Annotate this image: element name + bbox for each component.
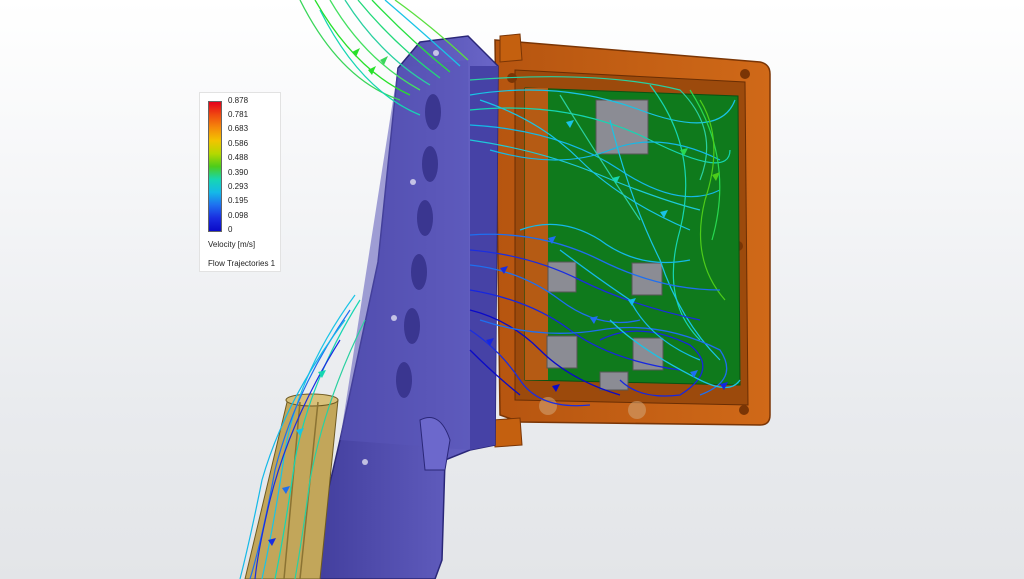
3d-viewport[interactable]: 0.878 0.781 0.683 0.586 0.488 0.390 0.29… (0, 0, 1024, 579)
legend-tick-label: 0.488 (228, 153, 249, 162)
legend-color-bar (208, 101, 222, 232)
legend-tick-label: 0.878 (228, 96, 249, 105)
legend-title: Velocity [m/s] (208, 240, 256, 249)
purple-lid-heatsink (299, 35, 499, 579)
legend-tick-label: 0.195 (228, 196, 249, 205)
legend-tick-label: 0.781 (228, 110, 249, 119)
velocity-legend[interactable]: 0.878 0.781 0.683 0.586 0.488 0.390 0.29… (199, 92, 281, 272)
chip-1 (547, 261, 577, 293)
legend-tick-label: 0.586 (228, 139, 249, 148)
legend-tick-label: 0.293 (228, 182, 249, 191)
legend-tick-label: 0.098 (228, 211, 249, 220)
legend-caption: Flow Trajectories 1 (208, 259, 276, 268)
cfd-model-view[interactable] (0, 0, 1024, 579)
legend-tick-label: 0 (228, 225, 233, 234)
legend-tick-label: 0.683 (228, 124, 249, 133)
legend-tick-label: 0.390 (228, 168, 249, 177)
chip-3 (546, 335, 578, 369)
